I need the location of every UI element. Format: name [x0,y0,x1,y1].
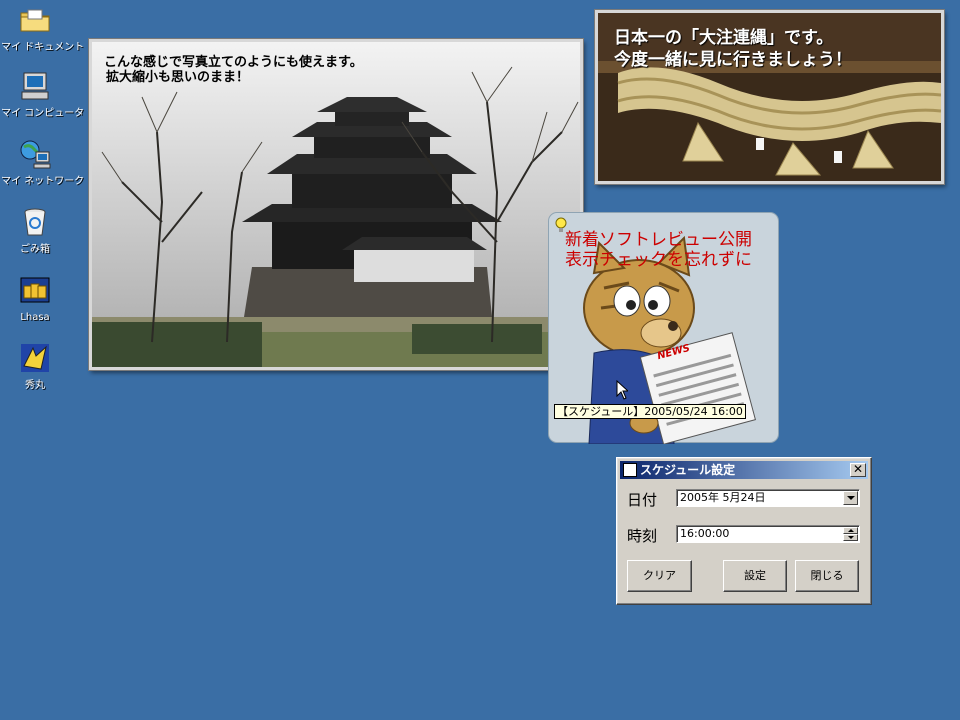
mouse-cursor-icon [616,380,628,400]
dialog-app-icon [623,463,637,477]
hidemaru-editor-icon [21,344,49,372]
news-headline-line1: 新着ソフトレビュー公開 [565,230,752,250]
dialog-titlebar[interactable]: スケジュール設定 ✕ [620,461,868,479]
desktop-icon-label: ごみ箱 [20,244,50,255]
spin-down-icon[interactable] [843,534,858,541]
time-label: 時刻 [627,527,658,545]
castle-photo-caption: こんな感じで写真立てのようにも使えます。 拡大縮小も思いのまま！ [104,55,363,85]
dialog-title: スケジュール設定 [640,463,736,477]
time-input[interactable]: 16:00:00 [676,525,860,543]
desktop-icon-lhasa[interactable]: Lhasa [0,274,70,324]
castle-caption-line1: こんな感じで写真立てのようにも使えます。 [104,55,363,70]
desktop-icon-hidemaru[interactable]: 秀丸 [0,342,70,392]
date-value: 2005年 5月24日 [680,491,766,504]
desktop-icon-label: マイ コンピュータ [1,108,85,119]
clear-button[interactable]: クリア [627,560,692,592]
close-button[interactable]: 閉じる [795,560,859,592]
rope-photo-caption: 日本一の「大注連縄」です。 今度一緒に見に行きましょう！ [614,27,852,71]
recycle-bin-icon [24,208,46,236]
schedule-settings-dialog[interactable]: スケジュール設定 ✕ 日付 2005年 5月24日 時刻 16:00:00 クリ… [616,457,872,605]
network-icon [20,140,51,169]
rope-caption-line1: 日本一の「大注連縄」です。 [614,28,834,48]
news-headline: 新着ソフトレビュー公開 表示チェックを忘れずに [565,230,752,270]
desktop-icon-my-computer[interactable]: マイ コンピュータ [0,70,84,120]
rope-caption-line2: 今度一緒に見に行きましょう！ [614,50,852,70]
castle-caption-line2: 拡大縮小も思いのまま！ [106,70,250,85]
rope-photo-frame[interactable]: 日本一の「大注連縄」です。 今度一緒に見に行きましょう！ [595,10,944,184]
desktop-icon-recycle-bin[interactable]: ごみ箱 [0,206,70,256]
date-label: 日付 [627,491,658,509]
time-value: 16:00:00 [680,527,730,540]
spin-up-icon[interactable] [843,527,858,534]
castle-photo-frame[interactable]: こんな感じで写真立てのようにも使えます。 拡大縮小も思いのまま！ [89,39,583,370]
desktop-icon-my-network[interactable]: マイ ネットワーク [0,138,84,188]
schedule-tooltip: 【スケジュール】2005/05/24 16:00 [554,404,746,419]
desktop-icon-my-documents[interactable]: マイ ドキュメント [0,4,84,54]
time-spinner[interactable] [843,527,858,541]
chevron-down-icon[interactable] [843,491,858,505]
desktop-icon-label: 秀丸 [25,380,45,391]
desktop-icon-label: マイ ネットワーク [1,176,85,187]
computer-icon [21,72,49,100]
desktop-icon-label: マイ ドキュメント [1,42,85,53]
desktop-icon-label: Lhasa [20,312,50,323]
date-picker[interactable]: 2005年 5月24日 [676,489,860,507]
news-headline-line2: 表示チェックを忘れずに [565,250,752,270]
dialog-close-icon[interactable]: ✕ [850,463,866,477]
archive-icon [20,277,50,303]
castle-photo-image [92,42,580,367]
set-button[interactable]: 設定 [723,560,787,592]
folder-icon [20,9,50,32]
